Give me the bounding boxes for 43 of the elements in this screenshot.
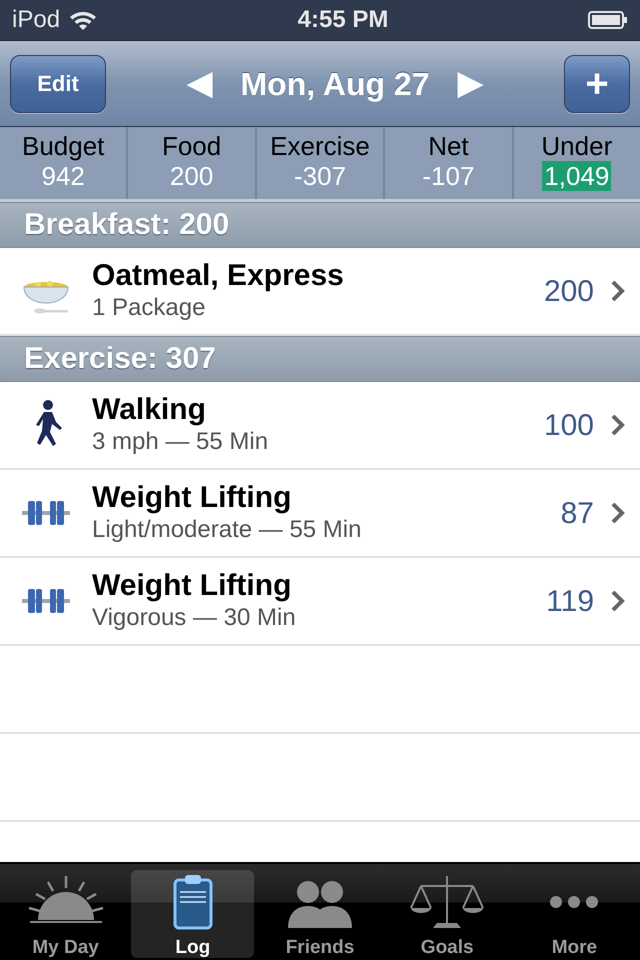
edit-button[interactable]: Edit [10, 54, 106, 112]
chevron-icon [610, 501, 626, 525]
summary-value: 942 [40, 161, 86, 191]
summary-value: -107 [421, 161, 476, 191]
chevron-icon [610, 279, 626, 303]
date-title: Mon, Aug 27 [240, 64, 430, 104]
summary-label: Budget [21, 131, 106, 161]
section-header: Exercise: 307 [0, 336, 640, 382]
summary-value: -307 [292, 161, 348, 191]
carrier-name: iPod [12, 5, 60, 35]
item-detail: Light/moderate — 55 Min [92, 515, 362, 545]
add-button[interactable]: + [564, 54, 630, 112]
chevron-icon [610, 413, 626, 437]
tab-bar-item[interactable]: Friends [258, 870, 382, 958]
item-name: Weight Lifting [92, 569, 292, 603]
item-detail: 3 mph — 55 Min [92, 427, 270, 457]
summary-value: 200 [168, 161, 214, 191]
calorie-value: 119 [546, 584, 594, 620]
chevron-icon [610, 589, 626, 613]
battery-icon [588, 10, 628, 30]
summary-label: Food [160, 131, 222, 161]
list-row[interactable]: Weight Lifting Light/moderate — 55 Min 87 [0, 470, 640, 558]
calorie-value: 87 [560, 496, 594, 532]
item-name: Walking [92, 393, 207, 427]
section-header: Breakfast: 200 [0, 202, 640, 248]
calorie-value: 200 [544, 274, 594, 310]
list-row[interactable]: Walking 3 mph — 55 Min 100 [0, 382, 640, 470]
item-detail: 1 Package [92, 293, 206, 323]
tab-bar-item[interactable]: My Day [4, 870, 128, 958]
calorie-value: 100 [544, 408, 594, 444]
item-detail: Vigorous — 30 Min [92, 603, 297, 633]
summary-label: Net [427, 131, 470, 161]
summary-value: 1,049 [542, 161, 612, 191]
status-time: 4:55 PM [298, 5, 388, 35]
item-name: Weight Lifting [92, 481, 292, 515]
list-row[interactable]: Weight Lifting Vigorous — 30 Min 119 [0, 558, 640, 646]
summary-label: Under [540, 131, 614, 161]
summary-label: Exercise [269, 131, 371, 161]
tab-bar-item[interactable]: Goals [386, 870, 509, 958]
tab-bar-item[interactable]: Log [131, 870, 254, 958]
item-name: Oatmeal, Express [92, 259, 345, 293]
tab-bar-item[interactable]: More [512, 870, 636, 958]
more-icon [550, 896, 598, 908]
